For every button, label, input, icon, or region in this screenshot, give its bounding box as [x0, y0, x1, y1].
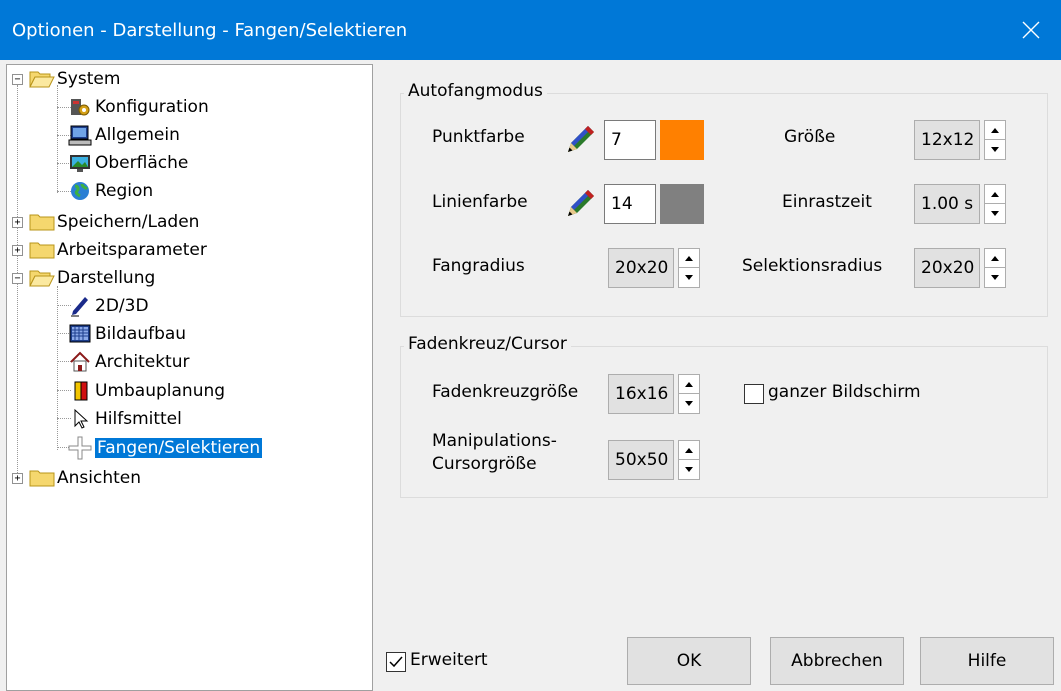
ok-button[interactable]: OK: [627, 637, 751, 685]
tree-item-bildaufbau[interactable]: Bildaufbau: [67, 321, 186, 347]
configuration-icon: [67, 95, 93, 119]
fangradius-spinner[interactable]: [678, 248, 700, 288]
fadenkreuzgroesse-spinner[interactable]: [678, 374, 700, 414]
tree-item-darstellung[interactable]: Darstellung: [29, 265, 155, 291]
manipulations-label-line2: Cursorgröße: [432, 454, 537, 474]
checkmark-icon: [389, 656, 403, 668]
collapse-darstellung-button[interactable]: −: [12, 273, 23, 284]
abbrechen-button[interactable]: Abbrechen: [770, 637, 904, 685]
window-title: Optionen - Darstellung - Fangen/Selektie…: [12, 20, 408, 41]
options-tree[interactable]: − + + − + System Konfiguration Allgemein…: [6, 64, 373, 691]
erweitert-checkbox[interactable]: [386, 652, 406, 672]
folder-icon: [29, 466, 55, 490]
spin-down-icon[interactable]: [679, 268, 699, 287]
fangradius-label: Fangradius: [432, 256, 525, 276]
color-pencil-icon: [568, 190, 594, 216]
spin-up-icon[interactable]: [985, 249, 1005, 268]
einrastzeit-label: Einrastzeit: [782, 192, 872, 212]
expand-arbeitsparameter-button[interactable]: +: [12, 245, 23, 256]
ganzer-bildschirm-checkbox[interactable]: [744, 384, 764, 404]
expand-speichern-button[interactable]: +: [12, 217, 23, 228]
punktfarbe-swatch[interactable]: [660, 120, 704, 160]
close-button[interactable]: [1001, 0, 1061, 60]
spin-down-icon[interactable]: [985, 268, 1005, 287]
fangradius-value[interactable]: 20x20: [608, 248, 674, 288]
fadenkreuzgroesse-label: Fadenkreuzgröße: [432, 382, 579, 402]
tree-item-fangen-selektieren[interactable]: Fangen/Selektieren: [67, 435, 263, 461]
tree-item-hilfsmittel[interactable]: Hilfsmittel: [67, 406, 182, 432]
spin-down-icon[interactable]: [679, 394, 699, 413]
cursor-arrow-icon: [67, 407, 93, 431]
spin-up-icon[interactable]: [985, 121, 1005, 140]
tree-item-architektur[interactable]: Architektur: [67, 349, 190, 375]
folder-icon: [29, 210, 55, 234]
selektionsradius-label: Selektionsradius: [742, 256, 883, 276]
monitor-icon: [67, 151, 93, 175]
groesse-label: Größe: [784, 127, 836, 147]
folder-open-icon: [29, 266, 55, 290]
manipulations-cursorgroesse-spinner[interactable]: [678, 440, 700, 480]
house-icon: [67, 350, 93, 374]
tree-item-2d3d[interactable]: 2D/3D: [67, 293, 149, 319]
einrastzeit-value[interactable]: 1.00 s: [914, 184, 980, 224]
title-bar: Optionen - Darstellung - Fangen/Selektie…: [0, 0, 1061, 60]
spin-up-icon[interactable]: [679, 375, 699, 394]
globe-icon: [67, 179, 93, 203]
tree-item-konfiguration[interactable]: Konfiguration: [67, 94, 209, 120]
expand-ansichten-button[interactable]: +: [12, 473, 23, 484]
tree-item-region[interactable]: Region: [67, 178, 153, 204]
spin-up-icon[interactable]: [679, 249, 699, 268]
selektionsradius-value[interactable]: 20x20: [914, 248, 980, 288]
hilfe-button[interactable]: Hilfe: [920, 637, 1054, 685]
tree-line: [57, 85, 58, 193]
linienfarbe-input[interactable]: 14: [604, 184, 656, 224]
crosshair-icon: [67, 436, 93, 460]
spin-up-icon[interactable]: [985, 185, 1005, 204]
tree-item-speichern-laden[interactable]: Speichern/Laden: [29, 209, 199, 235]
folder-icon: [29, 238, 55, 262]
tree-item-arbeitsparameter[interactable]: Arbeitsparameter: [29, 237, 207, 263]
spin-down-icon[interactable]: [985, 140, 1005, 159]
renovation-icon: [67, 379, 93, 403]
spin-down-icon[interactable]: [679, 460, 699, 479]
manipulations-cursorgroesse-label: Manipulations- Cursorgröße: [432, 430, 557, 476]
linienfarbe-picker-button[interactable]: [562, 184, 598, 220]
manipulations-cursorgroesse-value[interactable]: 50x50: [608, 440, 674, 480]
spin-up-icon[interactable]: [679, 441, 699, 460]
folder-open-icon: [29, 67, 55, 91]
fadenkreuzgroesse-value[interactable]: 16x16: [608, 374, 674, 414]
computer-icon: [67, 123, 93, 147]
pen-icon: [67, 294, 93, 318]
autofangmodus-label: Autofangmodus: [404, 81, 547, 101]
punktfarbe-picker-button[interactable]: [562, 120, 598, 156]
erweitert-label[interactable]: Erweitert: [410, 650, 488, 670]
spin-down-icon[interactable]: [985, 204, 1005, 223]
close-icon: [1022, 21, 1040, 39]
ganzer-bildschirm-label[interactable]: ganzer Bildschirm: [768, 382, 921, 402]
manipulations-label-line1: Manipulations-: [432, 431, 557, 451]
groesse-spinner[interactable]: [984, 120, 1006, 160]
collapse-system-button[interactable]: −: [12, 74, 23, 85]
einrastzeit-spinner[interactable]: [984, 184, 1006, 224]
tree-item-allgemein[interactable]: Allgemein: [67, 122, 180, 148]
dialog-body: − + + − + System Konfiguration Allgemein…: [0, 60, 1061, 691]
groesse-value[interactable]: 12x12: [914, 120, 980, 160]
tree-line: [57, 286, 58, 450]
punktfarbe-input[interactable]: 7: [604, 120, 656, 160]
screen-pattern-icon: [67, 322, 93, 346]
tree-item-umbauplanung[interactable]: Umbauplanung: [67, 378, 225, 404]
fadenkreuz-cursor-label: Fadenkreuz/Cursor: [404, 334, 571, 354]
tree-item-system[interactable]: System: [29, 66, 120, 92]
punktfarbe-label: Punktfarbe: [432, 127, 525, 147]
color-pencil-icon: [568, 126, 594, 152]
tree-item-oberflaeche[interactable]: Oberfläche: [67, 150, 188, 176]
linienfarbe-swatch[interactable]: [660, 184, 704, 224]
linienfarbe-label: Linienfarbe: [432, 192, 528, 212]
tree-item-ansichten[interactable]: Ansichten: [29, 465, 141, 491]
selektionsradius-spinner[interactable]: [984, 248, 1006, 288]
